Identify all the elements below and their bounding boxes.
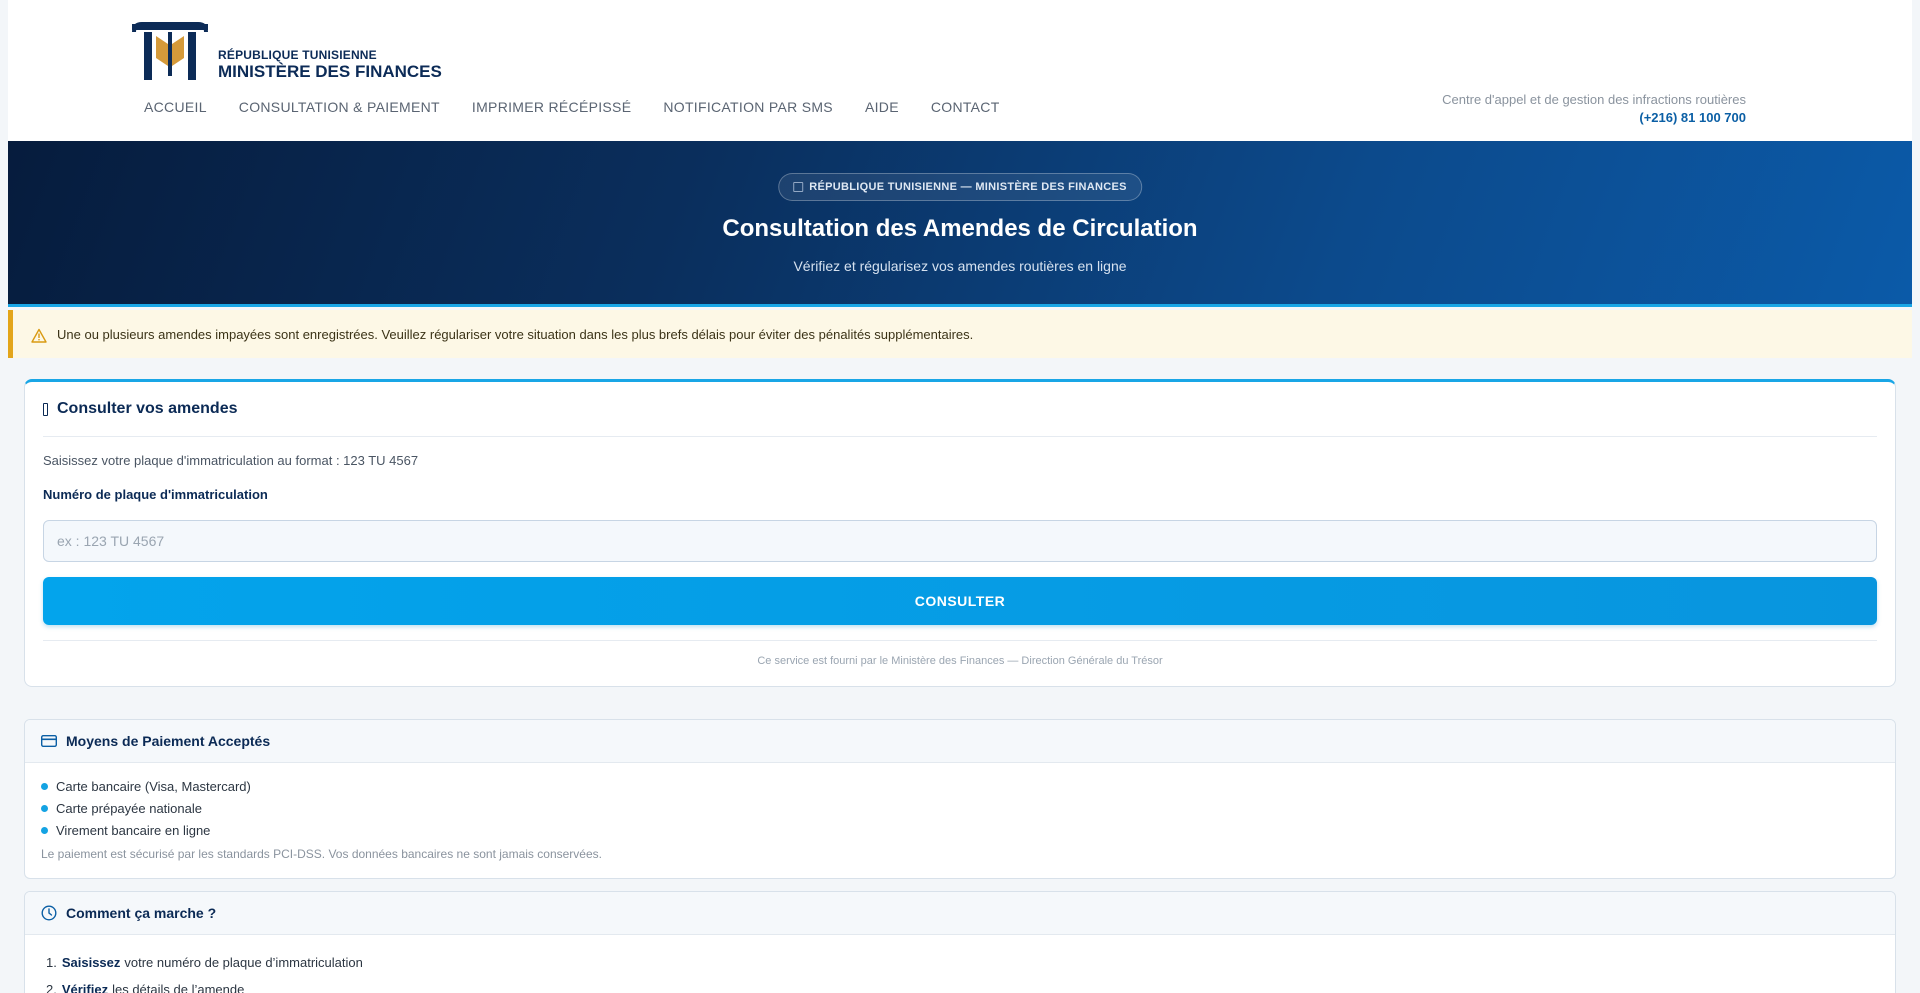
payment-security-note: Le paiement est sécurisé par les standar… xyxy=(41,847,602,861)
payment-method-label: Carte prépayée nationale xyxy=(56,800,202,816)
clock-icon xyxy=(41,905,57,921)
form-footer-note: Ce service est fourni par le Ministère d… xyxy=(757,655,1163,667)
page: RÉPUBLIQUE TUNISIENNE MINISTÈRE DES FINA… xyxy=(0,0,1920,993)
nav-contact[interactable]: CONTACT xyxy=(931,99,1000,115)
how-panel-header: Comment ça marche ? xyxy=(25,892,1895,935)
plate-number-input[interactable] xyxy=(43,520,1877,562)
step-number: 1. xyxy=(46,955,57,970)
list-item: Carte bancaire (Visa, Mastercard) xyxy=(41,775,1895,797)
payment-panel-header: Moyens de Paiement Acceptés xyxy=(25,720,1895,763)
nav-imprimer-recepisse[interactable]: IMPRIMER RÉCÉPISSÉ xyxy=(472,99,631,115)
how-it-works-panel: Comment ça marche ? 1. Saisissez votre n… xyxy=(24,891,1896,993)
payment-methods-panel: Moyens de Paiement Acceptés Carte bancai… xyxy=(24,719,1896,879)
hero-badge-text: RÉPUBLIQUE TUNISIENNE — MINISTÈRE DES FI… xyxy=(809,181,1127,193)
logo-ministry: MINISTÈRE DES FINANCES xyxy=(218,62,442,81)
logo-country: RÉPUBLIQUE TUNISIENNE xyxy=(218,48,377,62)
search-icon xyxy=(43,402,48,416)
unpaid-fines-alert: Une ou plusieurs amendes impayées sont e… xyxy=(8,310,1912,358)
payment-method-label: Virement bancaire en ligne xyxy=(56,822,211,838)
ministry-logo[interactable]: RÉPUBLIQUE TUNISIENNE MINISTÈRE DES FINA… xyxy=(130,22,442,82)
callcenter-info: Centre d'appel et de gestion des infract… xyxy=(1442,91,1746,127)
list-item: 1. Saisissez votre numéro de plaque d’im… xyxy=(46,949,1895,976)
how-steps-list: 1. Saisissez votre numéro de plaque d’im… xyxy=(25,935,1895,993)
form-hint: Saisissez votre plaque d'immatriculation… xyxy=(43,453,419,468)
hero-banner: RÉPUBLIQUE TUNISIENNE — MINISTÈRE DES FI… xyxy=(8,141,1912,307)
hero-badge: RÉPUBLIQUE TUNISIENNE — MINISTÈRE DES FI… xyxy=(778,173,1142,201)
form-divider xyxy=(43,640,1877,641)
form-header: Consulter vos amendes xyxy=(43,382,1877,437)
alert-text: Une ou plusieurs amendes impayées sont e… xyxy=(57,326,974,342)
step-text: les détails de l’amende xyxy=(112,982,245,993)
warning-triangle-icon xyxy=(31,328,47,343)
bullet-dot-icon xyxy=(41,826,48,834)
plate-field-label: Numéro de plaque d'immatriculation xyxy=(43,487,268,502)
nav-aide[interactable]: AIDE xyxy=(865,99,899,115)
credit-card-icon xyxy=(41,735,57,747)
callcenter-label: Centre d'appel et de gestion des infract… xyxy=(1442,92,1746,107)
payment-methods-list: Carte bancaire (Visa, Mastercard) Carte … xyxy=(25,763,1895,841)
step-action: Saisissez xyxy=(61,955,121,970)
nav-accueil[interactable]: ACCUEIL xyxy=(144,99,207,115)
step-number: 2. xyxy=(46,982,57,993)
bullet-dot-icon xyxy=(41,804,48,812)
step-action: Vérifiez xyxy=(61,982,109,993)
step-text: votre numéro de plaque d’immatriculation xyxy=(124,955,363,970)
bullet-dot-icon xyxy=(41,782,48,790)
ministry-pillar-logo-icon xyxy=(132,22,208,80)
how-panel-title: Comment ça marche ? xyxy=(66,905,217,921)
callcenter-phone-link[interactable]: (+216) 81 100 700 xyxy=(1442,109,1746,127)
consult-form-card: Consulter vos amendes Saisissez votre pl… xyxy=(24,379,1896,687)
list-item: Virement bancaire en ligne xyxy=(41,819,1895,841)
form-title: Consulter vos amendes xyxy=(57,400,238,417)
list-item: Carte prépayée nationale xyxy=(41,797,1895,819)
site-header: RÉPUBLIQUE TUNISIENNE MINISTÈRE DES FINA… xyxy=(8,0,1912,141)
flag-icon xyxy=(793,182,804,192)
nav-notification-sms[interactable]: NOTIFICATION PAR SMS xyxy=(663,99,833,115)
page-subtitle: Vérifiez et régularisez vos amendes rout… xyxy=(793,258,1127,274)
page-title: Consultation des Amendes de Circulation xyxy=(722,215,1198,242)
consult-button[interactable]: CONSULTER xyxy=(43,577,1877,625)
main-nav: ACCUEIL CONSULTATION & PAIEMENT IMPRIMER… xyxy=(144,99,1000,115)
payment-method-label: Carte bancaire (Visa, Mastercard) xyxy=(56,778,251,794)
nav-consultation-paiement[interactable]: CONSULTATION & PAIEMENT xyxy=(239,99,440,115)
payment-panel-title: Moyens de Paiement Acceptés xyxy=(66,733,271,749)
list-item: 2. Vérifiez les détails de l’amende xyxy=(46,976,1895,993)
